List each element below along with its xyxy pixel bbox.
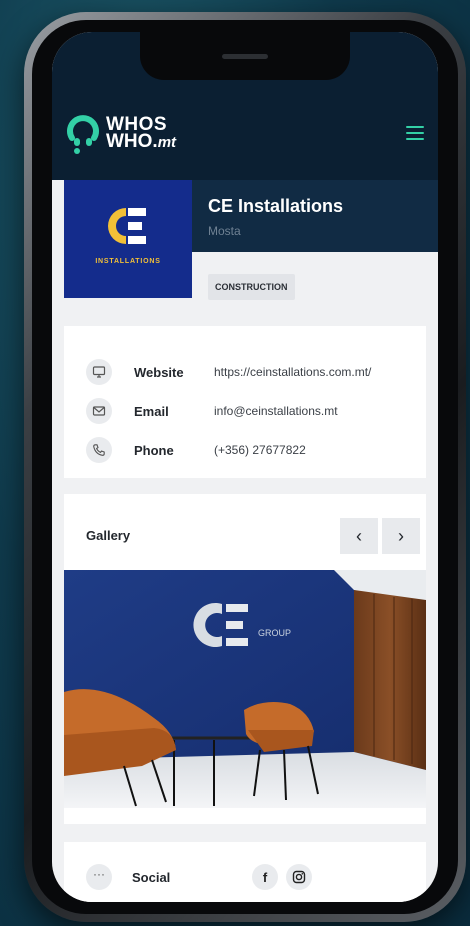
speaker-slot <box>222 54 268 59</box>
phone-icon <box>86 437 112 463</box>
contact-row-phone[interactable]: Phone (+356) 27677822 <box>86 437 306 463</box>
gallery-card: Gallery ‹ › GROUP <box>64 494 426 824</box>
hamburger-menu-icon[interactable] <box>406 126 424 140</box>
company-logo: INSTALLATIONS <box>64 180 192 298</box>
whoswho-logo-icon <box>67 115 99 154</box>
company-logo-caption: INSTALLATIONS <box>95 258 161 265</box>
gallery-sign-text: GROUP <box>258 628 291 638</box>
email-link[interactable]: info@ceinstallations.mt <box>214 404 424 418</box>
mail-icon <box>86 398 112 424</box>
contact-row-email[interactable]: Email info@ceinstallations.mt <box>86 398 338 424</box>
monitor-icon <box>86 359 112 385</box>
more-icon[interactable]: ··· <box>86 864 112 890</box>
brand-wordmark: WHOS WHO.mt <box>106 115 177 152</box>
company-name: CE Installations <box>208 196 344 216</box>
category-tag[interactable]: CONSTRUCTION <box>208 274 295 300</box>
brand-logo[interactable]: WHOS WHO.mt <box>66 112 176 154</box>
phone-number[interactable]: (+356) 27677822 <box>214 443 424 457</box>
social-card: ··· Social f <box>64 842 426 902</box>
phone-screen: WHOS WHO.mt INSTALLATIONS CE Installatio… <box>52 32 438 902</box>
gallery-next-button[interactable]: › <box>382 518 420 554</box>
email-label: Email <box>134 403 169 419</box>
brand-line-2: WHO.mt <box>106 130 177 152</box>
website-label: Website <box>134 364 184 380</box>
company-location: Mosta <box>208 224 241 238</box>
phone-frame: WHOS WHO.mt INSTALLATIONS CE Installatio… <box>24 12 466 922</box>
facebook-glyph: f <box>262 869 268 885</box>
company-header: INSTALLATIONS CE Installations Mosta CON… <box>64 180 438 300</box>
ce-logo-icon <box>108 208 146 244</box>
facebook-icon[interactable]: f <box>252 864 278 890</box>
phone-label: Phone <box>134 442 174 458</box>
contact-card: Website https://ceinstallations.com.mt/ … <box>64 326 426 478</box>
brand-suffix: mt <box>157 133 177 151</box>
gallery-prev-button[interactable]: ‹ <box>340 518 378 554</box>
phone-notch <box>140 32 350 80</box>
website-link[interactable]: https://ceinstallations.com.mt/ <box>214 365 424 379</box>
gallery-image[interactable]: GROUP <box>64 570 426 808</box>
social-label: Social <box>132 870 171 885</box>
brand-line-2-text: WHO. <box>106 130 158 152</box>
instagram-icon[interactable] <box>286 864 312 890</box>
gallery-title: Gallery <box>86 528 131 543</box>
contact-row-website[interactable]: Website https://ceinstallations.com.mt/ <box>86 359 371 385</box>
